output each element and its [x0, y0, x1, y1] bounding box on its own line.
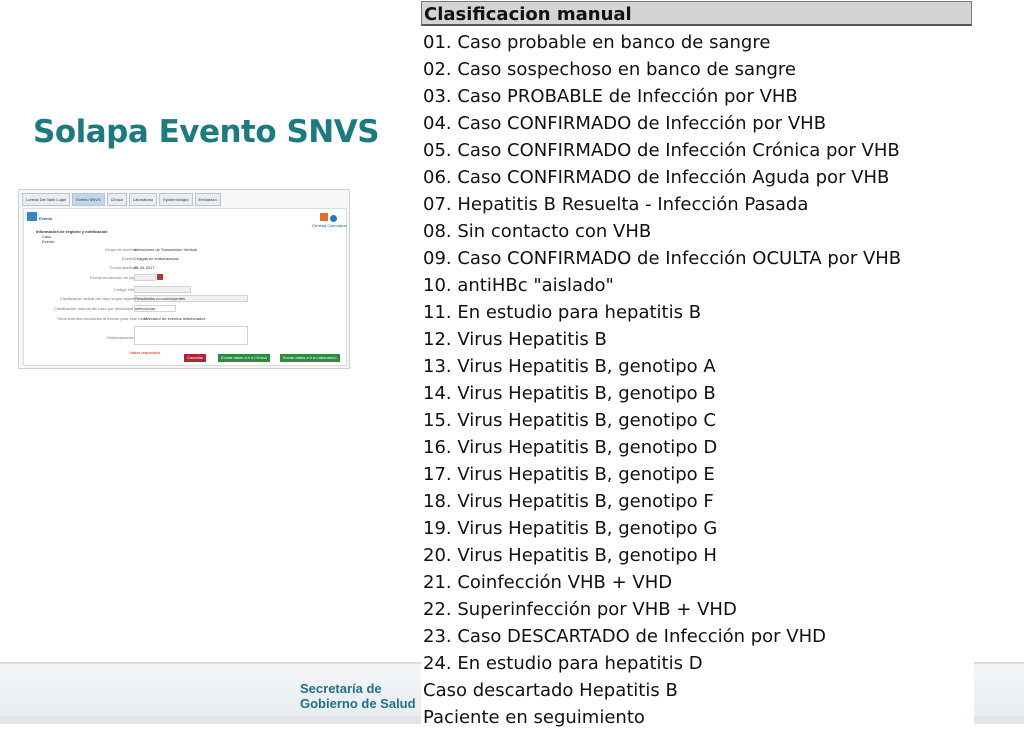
classification-item: 05. Caso CONFIRMADO de Infección Crónica… — [423, 140, 900, 161]
classification-item: 24. En estudio para hepatitis D — [423, 653, 703, 674]
thumb-value-evento: Chagas en embarazadas — [134, 256, 179, 261]
slide-title: Solapa Evento SNVS — [33, 114, 380, 150]
ministry-logo-text: Secretaría de Gobierno de Salud — [300, 681, 416, 711]
thumb-value-grupo: Infecciones de Transmisión Vertical — [134, 247, 197, 252]
classification-item: Paciente en seguimiento — [423, 707, 645, 728]
thumb-form-panel: Evento General Calendario Información de… — [23, 208, 347, 366]
thumb-observaciones-textarea[interactable] — [134, 326, 248, 345]
classification-item: 09. Caso CONFIRMADO de Infección OCULTA … — [423, 248, 902, 269]
thumb-send-lab-button[interactable]: Enviar datos a ir a Laboratorio — [280, 354, 340, 362]
classification-item: 17. Virus Hepatitis B, genotipo E — [423, 464, 715, 485]
classification-item: 07. Hepatitis B Resuelta - Infección Pas… — [423, 194, 809, 215]
classification-item: 03. Caso PROBABLE de Infección por VHB — [423, 86, 798, 107]
classification-item: 15. Virus Hepatitis B, genotipo C — [423, 410, 716, 431]
classification-item: 08. Sin contacto con VHB — [423, 221, 652, 242]
edit-icon[interactable] — [320, 213, 328, 221]
brand-line-1: Secretaría de — [300, 681, 382, 696]
thumb-tab-clinica[interactable]: Clínica — [106, 193, 127, 206]
thumb-cancel-button[interactable]: Cancelar — [184, 354, 207, 362]
thumb-section-title: Evento — [39, 216, 53, 221]
thumb-tab-patient[interactable]: Lorena Del Valle Lujan — [22, 193, 71, 206]
classification-item: 01. Caso probable en banco de sangre — [423, 32, 771, 53]
help-icon[interactable] — [330, 215, 337, 222]
classification-item: 12. Virus Hepatitis B — [423, 329, 607, 350]
thumb-required-note: *datos requeridos — [129, 350, 161, 355]
thumb-value-otros[interactable]: Marcador de eventos relacionados — [144, 316, 205, 321]
thumb-label-otros: Otros eventos vinculados al evento para … — [57, 316, 147, 321]
classification-item: 14. Virus Hepatitis B, genotipo B — [423, 383, 716, 404]
thumb-label-evento: Evento — [122, 256, 135, 261]
thumb-tab-epidemiologia[interactable]: Epidemiología — [159, 193, 193, 206]
classification-list: Clasificacion manual 01. Caso probable e… — [421, 0, 974, 728]
thumb-tab-bar: Lorena Del Valle Lujan Evento SNVS Clíni… — [19, 193, 349, 207]
classification-item: 10. antiHBc "aislado" — [423, 275, 614, 296]
thumb-clasif-actual-field: Resultados no concluyentes — [134, 295, 248, 302]
calendar-icon[interactable] — [157, 274, 163, 280]
classification-item: Caso descartado Hepatitis B — [423, 680, 678, 701]
classification-item: 16. Virus Hepatitis B, genotipo D — [423, 437, 718, 458]
thumb-label-fecha-papel: Fecha recolección en papel — [90, 275, 139, 280]
classification-item: 20. Virus Hepatitis B, genotipo H — [423, 545, 717, 566]
thumb-tab-embarazo[interactable]: Embarazo — [194, 193, 221, 206]
thumb-tab-evento[interactable]: Evento SNVS — [72, 193, 105, 206]
classification-item: 23. Caso DESCARTADO de Infección por VHD — [423, 626, 827, 647]
classification-header: Clasificacion manual — [421, 1, 972, 26]
thumb-codigo-input[interactable] — [134, 286, 191, 293]
brand-line-2: Gobierno de Salud — [300, 696, 416, 711]
thumb-label-clasif-actual: Clasificación actual del caso según algo… — [60, 296, 140, 301]
thumb-tree-evento[interactable]: Evento — [42, 239, 54, 244]
general-calendar-link[interactable]: General Calendario — [312, 223, 347, 228]
classification-item: 22. Superinfección por VHB + VHD — [423, 599, 737, 620]
classification-item: 13. Virus Hepatitis B, genotipo A — [423, 356, 716, 377]
thumb-label-codigo: Código HIV — [114, 287, 135, 292]
classification-item: 06. Caso CONFIRMADO de Infección Aguda p… — [423, 167, 890, 188]
thumb-label-observaciones: Observaciones — [107, 335, 134, 340]
classification-item: 18. Virus Hepatitis B, genotipo F — [423, 491, 714, 512]
form-screenshot-thumbnail: Lorena Del Valle Lujan Evento SNVS Clíni… — [18, 189, 350, 369]
classification-item: 21. Coinfección VHB + VHD — [423, 572, 673, 593]
thumb-label-grupo: Grupo de eventos — [105, 247, 137, 252]
classification-item: 02. Caso sospechoso en banco de sangre — [423, 59, 796, 80]
evento-logo-icon — [27, 212, 37, 221]
thumb-fecha-papel-input[interactable] — [134, 274, 156, 281]
classification-item: 19. Virus Hepatitis B, genotipo G — [423, 518, 718, 539]
classification-item: 04. Caso CONFIRMADO de Infección por VHB — [423, 113, 827, 134]
thumb-tab-laboratorio[interactable]: Laboratorio — [128, 193, 158, 206]
thumb-value-fecha-apertura: 25-09-2017 — [134, 265, 155, 270]
classification-item: 11. En estudio para hepatitis B — [423, 302, 702, 323]
thumb-send-clinica-button[interactable]: Enviar datos a ir a Clínica — [218, 354, 270, 362]
thumb-clasif-manual-select[interactable]: seleccionar — [134, 305, 176, 312]
